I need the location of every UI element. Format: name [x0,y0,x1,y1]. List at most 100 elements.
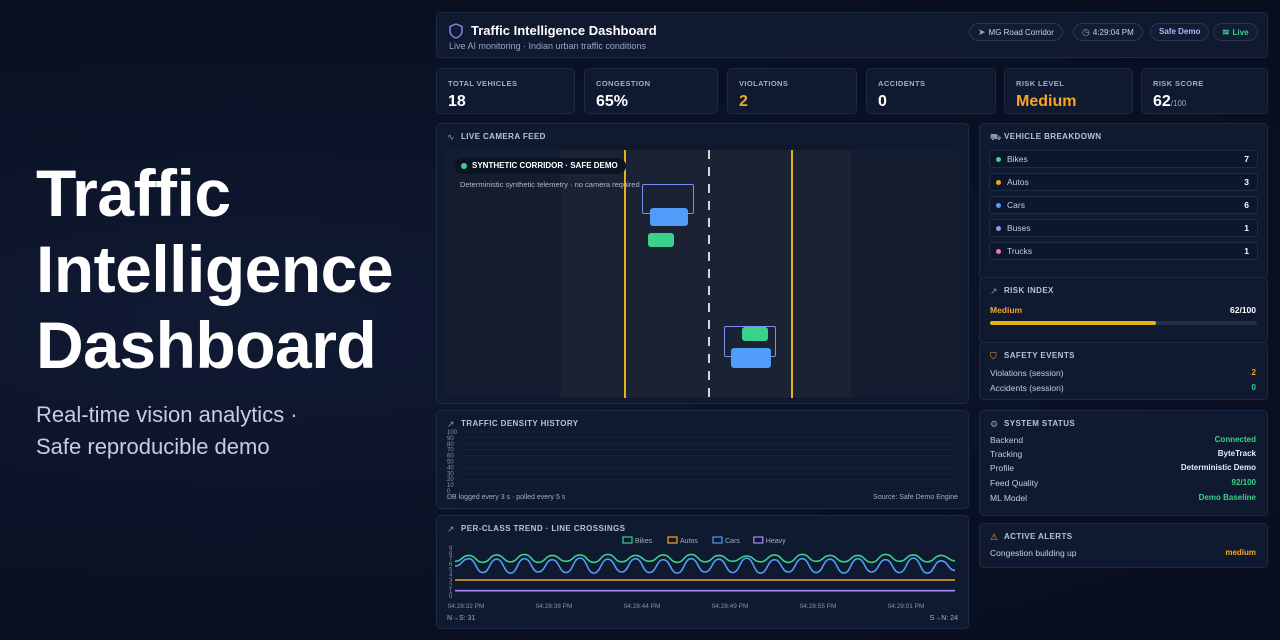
vehicle-row-bikes: Bikes 7 [989,150,1258,168]
vehicle-count: 3 [1244,177,1249,187]
vehicle-name: Bikes [1007,154,1028,164]
vehicle-car [731,348,771,368]
stat-label: TOTAL VEHICLES [448,79,518,88]
hero-subtitle: Real-time vision analytics · Safe reprod… [36,399,416,463]
live-status-label: Live [1232,28,1249,37]
vehicle-car [650,208,688,226]
legend-swatch [667,536,678,544]
stat-number: Medium [1016,93,1077,110]
activity-icon: ∿ [447,132,455,142]
northbound-count: N→S: 31 [447,615,476,622]
stat-label: CONGESTION [596,79,651,88]
camera-feed-title: LIVE CAMERA FEED [461,132,546,141]
vehicle-breakdown-title: VEHICLE BREAKDOWN [1004,132,1102,141]
hero-title-line: Dashboard [36,308,377,382]
vehicle-name: Cars [1007,200,1025,210]
feed-source-badge: SYNTHETIC CORRIDOR · SAFE DEMO [454,158,626,174]
status-value: Deterministic Demo [1180,463,1256,472]
vehicle-count: 1 [1244,223,1249,233]
class-trend-panel: ↗ PER-CLASS TREND · LINE CROSSINGS 98765… [436,515,969,629]
density-footer-left: DB logged every 3 s · polled every 5 s [447,494,566,501]
status-label: Feed Quality [990,478,1039,488]
x-tick-label: 04:28:32 PM [448,603,485,610]
legend-dot [996,226,1001,231]
feed-source-label: SYNTHETIC CORRIDOR · SAFE DEMO [472,161,618,170]
legend-dot [996,157,1001,162]
active-alerts-title: ACTIVE ALERTS [1004,532,1073,541]
accidents-value: 0 [1251,383,1256,392]
car-icon: ⛟ [990,132,1002,142]
vehicle-row-trucks: Trucks 1 [989,242,1258,260]
live-status-pill: ≋ Live [1213,23,1258,41]
status-label: Profile [990,463,1015,473]
status-label: Backend [990,435,1024,445]
stat-label: ACCIDENTS [878,79,926,88]
legend-item: Heavy [753,536,786,545]
series-line-cars [454,557,956,574]
stat-unit: /100 [1170,99,1187,108]
stat-number: 18 [448,93,466,110]
shield-alert-icon: ⛉ [990,351,997,361]
risk-index-panel: ↗ RISK INDEX Medium 62/100 [979,277,1268,344]
shield-icon [449,23,463,39]
safety-events-panel: ⛉ SAFETY EVENTS Violations (session) 2 A… [979,342,1268,400]
feed-note: Deterministic synthetic telemetry · no c… [460,180,640,189]
x-tick-label: 04:29:01 PM [888,603,925,610]
violations-label: Violations (session) [990,368,1064,378]
alert-label: Congestion building up [990,548,1077,558]
status-value: Demo Baseline [1198,493,1256,502]
legend-label: Heavy [766,538,786,545]
x-tick-label: 04:28:49 PM [712,603,749,610]
mode-pill[interactable]: Safe Demo [1150,23,1210,41]
violations-value: 2 [1251,368,1256,377]
location-pill[interactable]: ➤ MG Road Corridor [969,23,1063,41]
vehicle-count: 1 [1244,246,1249,256]
stat-value: 62/100 [1153,93,1186,111]
status-label: Tracking [990,449,1023,459]
hero-section: Traffic Intelligence Dashboard Real-time… [36,155,416,463]
warning-icon: ⚠ [990,532,999,542]
clock-time: 4:29:04 PM [1092,28,1134,37]
vehicle-bike [648,233,674,247]
legend-label: Cars [725,538,740,545]
alert-severity: medium [1225,548,1256,557]
x-tick-label: 04:28:44 PM [624,603,661,610]
accidents-label: Accidents (session) [990,383,1064,393]
stat-label: VIOLATIONS [739,79,789,88]
hero-title: Traffic Intelligence Dashboard [36,155,416,383]
status-dot [461,163,467,169]
wifi-icon: ≋ [1222,27,1230,37]
stat-number: 2 [739,93,748,110]
trend-chart-svg: 9876543210Bikes Autos Cars Heavy04:28:32 PM… [448,536,956,610]
trend-up-icon: ↗ [990,286,998,296]
stat-number: 0 [878,93,887,110]
legend-dot [996,249,1001,254]
stat-congestion: CONGESTION 65% [584,68,718,114]
stat-label: RISK SCORE [1153,79,1204,88]
legend-item: Bikes [622,536,653,545]
legend-label: Autos [680,538,698,545]
system-status-panel: ⚙ SYSTEM STATUS Backend Connected Tracki… [979,410,1268,516]
legend-dot [996,180,1001,185]
clock-icon: ◷ [1082,27,1090,37]
vehicle-row-autos: Autos 3 [989,173,1258,191]
lane-divider [708,150,710,398]
x-tick-label: 04:28:38 PM [536,603,573,610]
safety-events-title: SAFETY EVENTS [1004,351,1075,360]
vehicle-row-cars: Cars 6 [989,196,1258,214]
risk-index-title: RISK INDEX [1004,286,1054,295]
legend-item: Cars [712,536,740,545]
legend-label: Bikes [635,538,653,545]
page-subtitle: Live AI monitoring · Indian urban traffi… [449,41,646,51]
risk-progress-fill [990,321,1156,325]
stat-value: 65% [596,93,628,111]
status-value: 92/100 [1231,478,1256,487]
x-tick-label: 04:28:55 PM [800,603,837,610]
stat-violations: VIOLATIONS 2 [727,68,857,114]
stat-value: 18 [448,93,466,111]
hero-subtitle-line: Real-time vision analytics · [36,402,298,427]
legend-item: Autos [667,536,698,545]
camera-feed-view[interactable]: SYNTHETIC CORRIDOR · SAFE DEMO Determini… [446,150,959,398]
series-line-bikes [454,553,956,564]
clock-pill: ◷ 4:29:04 PM [1073,23,1143,41]
